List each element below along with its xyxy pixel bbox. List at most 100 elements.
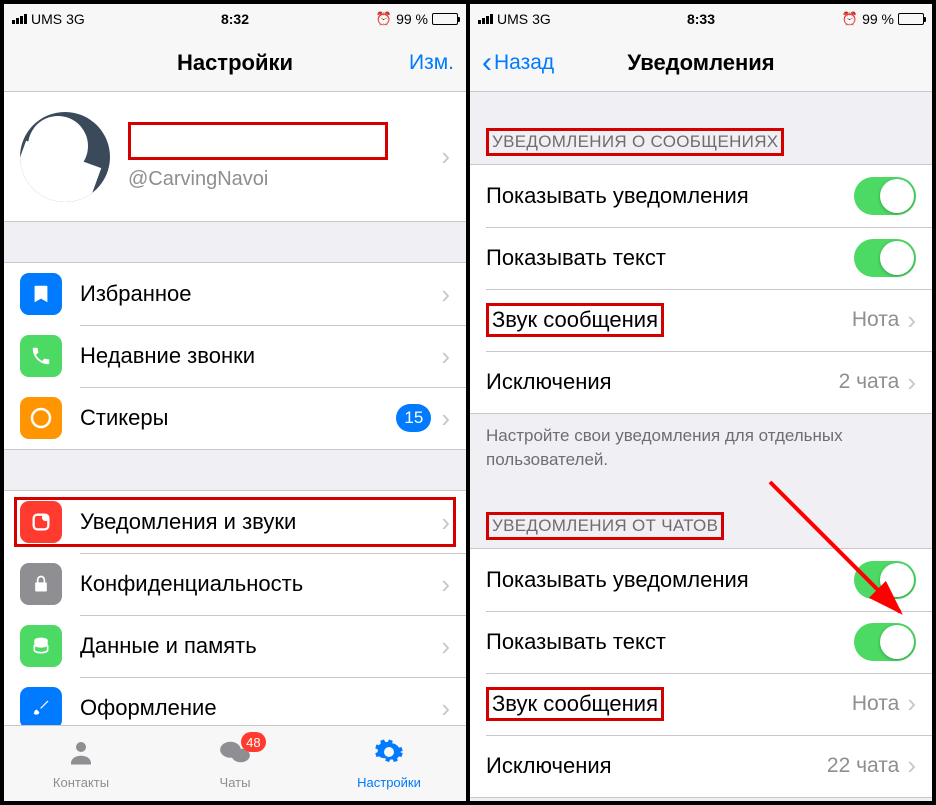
row-appearance[interactable]: Оформление ›	[4, 677, 466, 725]
phone-icon	[20, 335, 62, 377]
row-label: Звук сообщения	[486, 303, 852, 337]
brush-icon	[20, 687, 62, 725]
nav-title: Уведомления	[627, 50, 774, 76]
avatar	[20, 112, 110, 202]
chevron-right-icon: ›	[441, 279, 450, 310]
row-label: Исключения	[486, 369, 839, 395]
status-time: 8:33	[687, 11, 715, 27]
row-notifications-sounds[interactable]: Уведомления и звуки ›	[4, 491, 466, 553]
row-data-storage[interactable]: Данные и память ›	[4, 615, 466, 677]
lock-icon	[20, 563, 62, 605]
notifications-screen: UMS 3G 8:33 ⏰ 99 % ‹ Назад Уведомления У…	[466, 4, 932, 801]
toggle-switch[interactable]	[854, 623, 916, 661]
profile-username: @CarvingNavoi	[128, 168, 441, 191]
section-header-messages: УВЕДОМЛЕНИЯ О СООБЩЕНИЯХ	[470, 92, 932, 164]
nav-bar: Настройки Изм.	[4, 34, 466, 92]
row-show-text-chats[interactable]: Показывать текст	[470, 611, 932, 673]
tab-settings[interactable]: Настройки	[312, 726, 466, 801]
alarm-icon: ⏰	[842, 11, 858, 27]
red-highlight: Звук сообщения	[486, 687, 664, 721]
group-prefs: Уведомления и звуки › Конфиденциальность…	[4, 490, 466, 725]
tab-badge: 48	[241, 732, 265, 752]
carrier-label: UMS	[497, 11, 528, 27]
tab-chats[interactable]: 48 Чаты	[158, 726, 312, 801]
row-label: Исключения	[486, 753, 827, 779]
nav-edit-button[interactable]: Изм.	[397, 34, 466, 91]
row-recent-calls[interactable]: Недавние звонки ›	[4, 325, 466, 387]
database-icon	[20, 625, 62, 667]
row-show-notifications[interactable]: Показывать уведомления	[470, 165, 932, 227]
group-chat-notifications: Показывать уведомления Показывать текст …	[470, 548, 932, 798]
profile-row[interactable]: @CarvingNavoi ›	[4, 92, 466, 222]
section-footer: Настройте свои уведомления для отдельных…	[470, 414, 932, 480]
row-label: Конфиденциальность	[80, 571, 441, 597]
row-label: Недавние звонки	[80, 343, 441, 369]
status-bar: UMS 3G 8:33 ⏰ 99 %	[470, 4, 932, 34]
battery-icon	[432, 13, 458, 25]
tab-bar: Контакты 48 Чаты Настройки	[4, 725, 466, 801]
toggle-switch[interactable]	[854, 239, 916, 277]
row-show-text[interactable]: Показывать текст	[470, 227, 932, 289]
row-label: Показывать текст	[486, 629, 854, 655]
chevron-right-icon: ›	[441, 403, 450, 434]
battery-pct: 99 %	[396, 11, 428, 27]
status-time: 8:32	[221, 11, 249, 27]
settings-screen: UMS 3G 8:32 ⏰ 99 % Настройки Изм. @Carvi…	[4, 4, 466, 801]
nav-title: Настройки	[177, 50, 293, 76]
chevron-right-icon: ›	[907, 367, 916, 398]
chevron-right-icon: ›	[441, 693, 450, 724]
network-label: 3G	[532, 11, 551, 27]
alarm-icon: ⏰	[376, 11, 392, 27]
row-exceptions-chats[interactable]: Исключения 22 чата ›	[470, 735, 932, 797]
row-label: Уведомления и звуки	[80, 509, 441, 535]
row-label: Оформление	[80, 695, 441, 721]
tab-label: Настройки	[357, 775, 421, 790]
row-label: Данные и память	[80, 633, 441, 659]
battery-pct: 99 %	[862, 11, 894, 27]
chevron-right-icon: ›	[907, 750, 916, 781]
row-favorites[interactable]: Избранное ›	[4, 263, 466, 325]
row-label: Звук сообщения	[486, 687, 852, 721]
red-highlight: Звук сообщения	[486, 303, 664, 337]
row-label: Показывать текст	[486, 245, 854, 271]
red-highlight: УВЕДОМЛЕНИЯ О СООБЩЕНИЯХ	[486, 128, 784, 156]
signal-icon	[12, 14, 27, 24]
tab-contacts[interactable]: Контакты	[4, 726, 158, 801]
row-exceptions[interactable]: Исключения 2 чата ›	[470, 351, 932, 413]
chevron-left-icon: ‹	[482, 48, 492, 78]
row-message-sound[interactable]: Звук сообщения Нота ›	[470, 289, 932, 351]
chevron-right-icon: ›	[441, 341, 450, 372]
row-detail: Нота	[852, 308, 899, 332]
nav-bar: ‹ Назад Уведомления	[470, 34, 932, 92]
chevron-right-icon: ›	[441, 141, 450, 172]
nav-back-button[interactable]: ‹ Назад	[470, 34, 566, 91]
toggle-switch[interactable]	[854, 177, 916, 215]
network-label: 3G	[66, 11, 85, 27]
notification-icon	[20, 501, 62, 543]
row-show-notifications-chats[interactable]: Показывать уведомления	[470, 549, 932, 611]
red-highlight: УВЕДОМЛЕНИЯ ОТ ЧАТОВ	[486, 512, 724, 540]
status-bar: UMS 3G 8:32 ⏰ 99 %	[4, 4, 466, 34]
battery-icon	[898, 13, 924, 25]
signal-icon	[478, 14, 493, 24]
tab-label: Чаты	[220, 775, 251, 790]
profile-name-redbox	[128, 122, 388, 160]
person-icon	[66, 737, 96, 773]
row-privacy[interactable]: Конфиденциальность ›	[4, 553, 466, 615]
toggle-switch[interactable]	[854, 561, 916, 599]
group-message-notifications: Показывать уведомления Показывать текст …	[470, 164, 932, 414]
carrier-label: UMS	[31, 11, 62, 27]
chevron-right-icon: ›	[441, 507, 450, 538]
chevron-right-icon: ›	[907, 305, 916, 336]
row-detail: Нота	[852, 692, 899, 716]
row-label: Избранное	[80, 281, 441, 307]
chevron-right-icon: ›	[441, 631, 450, 662]
chevron-right-icon: ›	[907, 688, 916, 719]
row-label: Стикеры	[80, 405, 396, 431]
tab-label: Контакты	[53, 775, 109, 790]
row-detail: 2 чата	[839, 370, 900, 394]
row-chat-sound[interactable]: Звук сообщения Нота ›	[470, 673, 932, 735]
row-stickers[interactable]: Стикеры 15 ›	[4, 387, 466, 449]
nav-back-label: Назад	[494, 51, 554, 75]
sticker-icon	[20, 397, 62, 439]
